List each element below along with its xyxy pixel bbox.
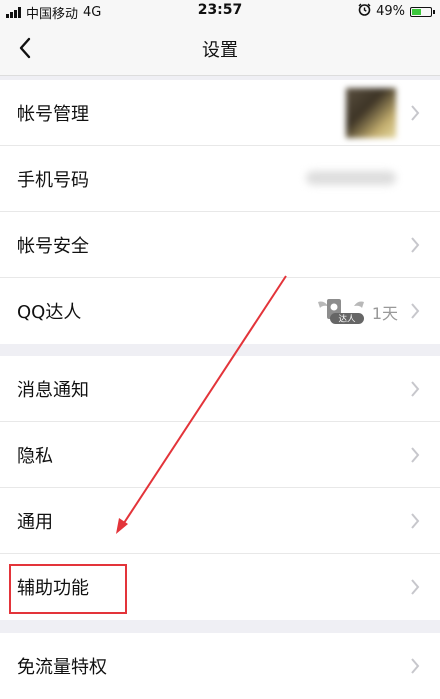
row-label: 帐号安全	[17, 236, 89, 257]
annotation-highlight-box	[9, 564, 127, 614]
settings-group-extras: 免流量特权	[0, 633, 440, 699]
phone-number-value	[306, 171, 396, 185]
status-right: 49%	[358, 3, 435, 20]
row-data-free-privilege[interactable]: 免流量特权	[0, 633, 440, 699]
row-label: 免流量特权	[17, 657, 107, 678]
qq-expert-days: 1天	[371, 304, 398, 323]
status-bar: 中国移动 4G 23:57 49%	[0, 0, 440, 22]
row-label: 消息通知	[17, 380, 89, 401]
chevron-right-icon	[410, 380, 420, 398]
battery-icon	[410, 6, 435, 17]
row-general[interactable]: 通用	[0, 488, 440, 554]
row-qq-expert[interactable]: QQ达人 达人 1天	[0, 278, 440, 344]
chevron-right-icon	[410, 446, 420, 464]
chevron-right-icon	[410, 578, 420, 596]
row-label: 帐号管理	[17, 104, 89, 125]
row-phone-number[interactable]: 手机号码	[0, 146, 440, 212]
chevron-right-icon	[410, 104, 420, 122]
chevron-right-icon	[410, 302, 420, 320]
chevron-right-icon	[410, 657, 420, 675]
alarm-icon	[358, 3, 371, 20]
nav-bar: 设置	[0, 22, 440, 76]
row-label: QQ达人	[17, 302, 82, 323]
chevron-right-icon	[410, 512, 420, 530]
qq-expert-badge-icon: 达人	[318, 299, 364, 325]
badge-text: 达人	[338, 314, 356, 325]
battery-percent: 49%	[376, 4, 405, 19]
row-notifications[interactable]: 消息通知	[0, 356, 440, 422]
row-label: 通用	[17, 512, 53, 533]
avatar	[346, 88, 396, 138]
page-title: 设置	[202, 40, 238, 61]
settings-group-account: 帐号管理 手机号码 帐号安全 QQ达人 达人 1天	[0, 80, 440, 344]
row-account-security[interactable]: 帐号安全	[0, 212, 440, 278]
row-label: 手机号码	[17, 170, 89, 191]
row-account-management[interactable]: 帐号管理	[0, 80, 440, 146]
row-label: 隐私	[17, 446, 53, 467]
row-privacy[interactable]: 隐私	[0, 422, 440, 488]
chevron-right-icon	[410, 236, 420, 254]
